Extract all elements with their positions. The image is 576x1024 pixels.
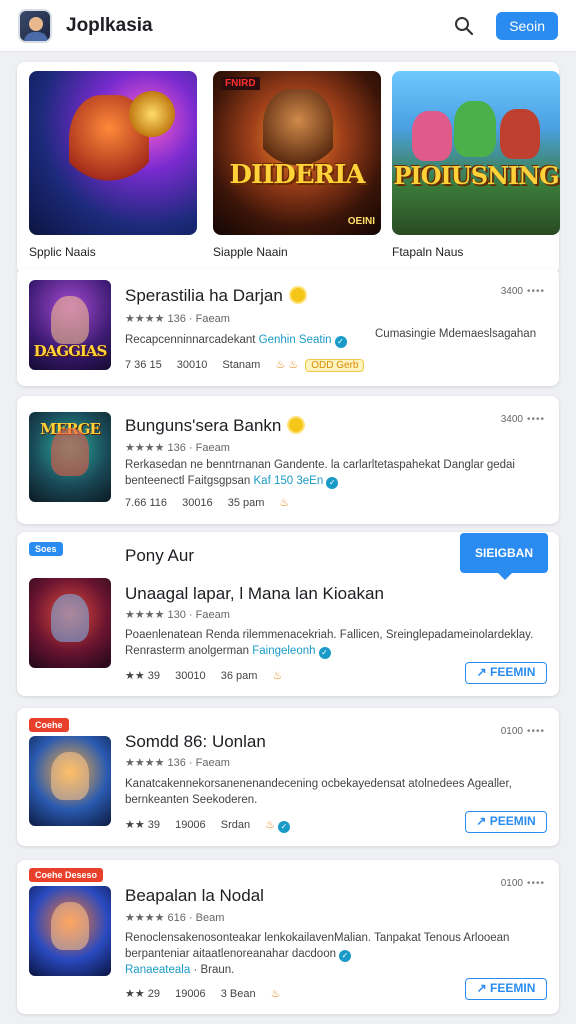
desc-link[interactable]: Kaf 150 3eEn (254, 475, 324, 487)
download-count: 0100 •••• (500, 726, 545, 737)
app-title[interactable]: Unaagal lapar, l Mana lan Kioakan (125, 584, 384, 604)
app-card[interactable]: Coehe Deseso Beapalan la Nodal 0100 •••• … (17, 860, 559, 1014)
download-count: 3400 •••• (500, 414, 545, 425)
app-thumbnail[interactable] (29, 886, 111, 976)
section-title: Pony Aur (125, 546, 194, 565)
featured-art-text: PIOIUSNING (393, 160, 559, 190)
verified-icon: ✓ (318, 647, 331, 659)
more-icon[interactable]: •••• (527, 726, 545, 737)
app-description: Kanatcakennekorsanenenandecening ocbekay… (125, 778, 512, 806)
app-meta: ★★ 39 30010 36 pam ♨ (125, 670, 283, 682)
get-button[interactable]: ↗ FEEMIN (465, 662, 547, 684)
more-icon[interactable]: •••• (527, 414, 545, 425)
app-title[interactable]: Beapalan la Nodal (125, 886, 264, 906)
search-button[interactable] (448, 10, 480, 42)
featured-label: Spplic Naais (29, 245, 96, 259)
app-thumbnail[interactable] (29, 736, 111, 826)
get-button[interactable]: ↗ PEEMIN (465, 811, 547, 833)
desc-link[interactable]: Genhin Seatin (259, 334, 332, 346)
thumbnail-text: DAGGIAS (33, 342, 108, 360)
coin-icon (287, 416, 306, 434)
get-button[interactable]: ↗ FEEMIN (465, 978, 547, 1000)
app-rating: ★★★★ 130 · Faeam (125, 609, 230, 621)
app-card[interactable]: Coehe Somdd 86: Uonlan 0100 •••• ★★★★ 136… (17, 708, 559, 846)
app-meta: ★★ 39 19006 Srdan ♨ ✓ (125, 818, 291, 833)
verified-icon: ✓ (278, 821, 291, 833)
app-description-right: Cumasingie Mdemaeslsagahan (375, 328, 537, 340)
app-meta: ★★ 29 19006 3 Bean ♨ (125, 988, 281, 1000)
promo-pill: ODD Gerb (305, 359, 365, 372)
app-rating: ★★★★ 136 · Faeam (125, 757, 230, 769)
app-card[interactable]: Soes Pony Aur SIEIGBAN Unaagal lapar, l … (17, 532, 559, 696)
app-description: Renoclensakenosonteakar lenkokailavenMal… (125, 932, 510, 976)
app-title[interactable]: Sperastilia ha Darjan (125, 286, 307, 306)
more-icon[interactable]: •••• (527, 878, 545, 889)
app-title[interactable]: Bunguns'sera Bankn (125, 416, 306, 436)
callout-button[interactable]: SIEIGBAN (460, 533, 548, 580)
featured-image[interactable]: FNIRD DIIDERIA OEINI (213, 71, 381, 235)
featured-label: Ftapaln Naus (392, 245, 464, 259)
featured-art-text: DIIDERIA (229, 160, 365, 190)
desc-link[interactable]: Ranaeateala (125, 964, 190, 976)
desc-link[interactable]: Faingeleonh (252, 645, 315, 657)
search-icon (455, 16, 474, 35)
fire-icon: ♨ (272, 670, 283, 682)
featured-item[interactable]: Spplic Naais (29, 71, 197, 259)
more-icon[interactable]: •••• (527, 286, 545, 297)
app-thumbnail[interactable] (29, 578, 111, 668)
arrow-icon: ↗ (476, 665, 487, 679)
verified-icon: ✓ (334, 336, 347, 348)
verified-icon: ✓ (326, 477, 339, 489)
featured-tag-secondary: OEINI (347, 216, 375, 227)
arrow-icon: ↗ (476, 814, 487, 828)
verified-icon: ✓ (339, 950, 351, 962)
app-thumbnail[interactable]: DAGGIAS (29, 280, 111, 370)
featured-tag: FNIRD (221, 77, 260, 90)
fire-icon: ♨ (265, 819, 276, 831)
app-thumbnail[interactable]: MERGE (29, 412, 111, 502)
featured-image[interactable] (29, 71, 197, 235)
featured-image[interactable]: PIOIUSNING (392, 71, 560, 235)
app-title: Joplkasia (66, 14, 153, 36)
avatar[interactable] (18, 8, 52, 43)
promo-badge: Coehe Deseso (29, 868, 104, 882)
app-rating: ★★★★ 136 · Faeam (125, 313, 230, 325)
app-card[interactable]: MERGE Bunguns'sera Bankn 3400•••• ★★★★ 1… (17, 396, 559, 524)
featured-label: Siapple Naain (213, 245, 288, 259)
download-count: 0100 •••• (500, 878, 545, 889)
app-description: Rerkasedan ne benntrnanan Gandente. la c… (125, 459, 515, 489)
featured-strip: Spplic Naais FNIRD DIIDERIA OEINI Siappl… (17, 62, 560, 274)
coin-icon (288, 286, 307, 304)
app-description: Recapcenninnarcadekant Genhin Seatin ✓ (125, 332, 365, 348)
featured-item[interactable]: PIOIUSNING Ftapaln Naus (392, 71, 560, 259)
download-count: 3400 •••• (500, 286, 545, 297)
fire-icon: ♨ (279, 497, 290, 509)
app-rating: ★★★★ 136 · Faeam (125, 442, 230, 454)
top-bar: Joplkasia Seoin (0, 0, 576, 52)
promo-badge: Soes (29, 542, 63, 556)
fire-icon: ♨ (270, 988, 281, 1000)
app-card[interactable]: DAGGIAS Sperastilia ha Darjan 3400 •••• ★… (17, 268, 559, 386)
app-meta: 7.66 116 30016 35 pam ♨ (125, 497, 290, 509)
arrow-icon: ↗ (476, 981, 487, 995)
app-title[interactable]: Somdd 86: Uonlan (125, 732, 266, 752)
app-description: Poaenlenatean Renda rilemmenacekriah. Fa… (125, 629, 534, 659)
featured-item[interactable]: FNIRD DIIDERIA OEINI Siapple Naain (213, 71, 381, 259)
promo-badge: Coehe (29, 718, 69, 732)
fire-icon: ♨ ♨ (275, 359, 299, 371)
app-meta: 7 36 15 30010 Stanam ♨ ♨ ODD Gerb (125, 358, 365, 372)
app-rating: ★★★★ 616 · Beam (125, 912, 225, 924)
header-action-button[interactable]: Seoin (496, 11, 558, 40)
